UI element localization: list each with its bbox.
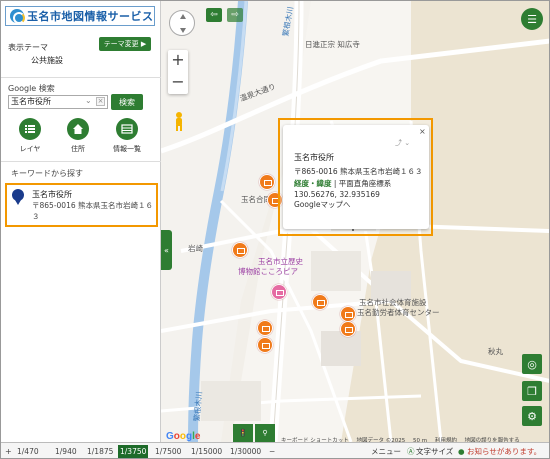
close-icon[interactable]: × xyxy=(419,127,426,136)
list-icon xyxy=(116,118,138,140)
google-search-label: Google 検索 xyxy=(8,84,55,93)
google-maps-link[interactable]: Googleマップへ xyxy=(294,199,350,210)
map-label: 玉名勤労者体育センター xyxy=(357,308,440,317)
keyword-search-label: キーワードから探す xyxy=(11,169,83,178)
result-address: 〒865-0016 熊本県玉名市岩崎１６３ xyxy=(32,201,153,221)
facility-marker[interactable] xyxy=(232,242,248,258)
popup-title: 玉名市役所 xyxy=(294,153,334,162)
tool-row: レイヤ 住所 情報一覧 xyxy=(1,118,161,158)
notice-link[interactable]: お知らせがあります。 xyxy=(467,445,541,458)
map-label: 博物館こころピア xyxy=(238,267,298,276)
zoom-control: + − xyxy=(168,50,188,94)
clear-icon[interactable]: × xyxy=(96,97,105,106)
layer-switch-icon[interactable]: ❐ xyxy=(522,381,542,401)
result-title: 玉名市役所 xyxy=(32,190,72,199)
facility-marker[interactable] xyxy=(271,284,287,300)
logo-icon xyxy=(10,9,25,24)
traffic-light-icon[interactable]: 🚦 xyxy=(233,424,253,442)
app-window: 玉名市地図情報サービス 表示テーマ テーマ変更 ▶ 公共施設 Google 検索… xyxy=(0,0,550,459)
notice-icon: ● xyxy=(458,447,465,456)
scale-option[interactable]: 1/470 xyxy=(15,445,41,458)
menu-icon[interactable]: ☰ xyxy=(521,8,543,30)
tool-label: 情報一覧 xyxy=(113,145,141,153)
tool-label: 住所 xyxy=(71,145,85,153)
text-size-icon: Ⓐ xyxy=(407,447,415,456)
divider xyxy=(1,161,161,162)
home-icon xyxy=(67,118,89,140)
current-location-icon[interactable]: ◎ xyxy=(522,354,542,374)
scale-option[interactable]: 1/15000 xyxy=(189,445,224,458)
compass-icon[interactable] xyxy=(169,10,195,36)
text-size-link[interactable]: 文字サイズ xyxy=(416,445,453,458)
layers-icon xyxy=(19,118,41,140)
chevron-down-icon[interactable]: ⌄ xyxy=(85,96,92,105)
scale-bar: + 1/470 1/940 1/1875 1/3750 1/7500 1/150… xyxy=(1,442,549,458)
zoom-in-button[interactable]: + xyxy=(168,50,188,72)
search-button[interactable]: 検索 xyxy=(111,94,143,110)
map-label: 秋丸 xyxy=(488,347,503,356)
scale-option-selected[interactable]: 1/3750 xyxy=(118,445,149,458)
pin-icon[interactable]: ⚲ xyxy=(255,424,275,442)
back-arrow-icon[interactable]: ⇦ xyxy=(206,8,222,22)
app-logo[interactable]: 玉名市地図情報サービス xyxy=(5,6,155,26)
gear-icon[interactable]: ⚙ xyxy=(522,406,542,426)
divider xyxy=(1,77,161,78)
search-result-item[interactable]: 玉名市役所 〒865-0016 熊本県玉名市岩崎１６３ xyxy=(5,183,158,227)
forward-arrow-icon[interactable]: ⇨ xyxy=(227,8,243,22)
latlng-mode-link[interactable]: 経度・緯度 xyxy=(294,179,332,188)
popup-action-icons[interactable]: ⤴ ⌄ xyxy=(395,138,410,148)
scale-plus-button[interactable]: + xyxy=(5,445,12,458)
facility-marker[interactable] xyxy=(340,321,356,337)
scale-option[interactable]: 1/7500 xyxy=(153,445,183,458)
scale-minus-button[interactable]: − xyxy=(267,445,277,458)
plane-coord-mode-link[interactable]: 平面直角座標系 xyxy=(339,179,392,188)
map-label: 日進正宗 知広寺 xyxy=(305,40,360,49)
collapse-panel-button[interactable]: « xyxy=(161,230,172,270)
coordinate-mode: 経度・緯度 | 平面直角座標系 xyxy=(294,178,391,189)
facility-marker[interactable] xyxy=(257,337,273,353)
menu-link[interactable]: メニュー xyxy=(371,445,401,458)
scale-option[interactable]: 1/1875 xyxy=(85,445,115,458)
facility-marker[interactable] xyxy=(259,174,275,190)
layer-tool[interactable]: レイヤ xyxy=(12,118,48,154)
theme-change-button[interactable]: テーマ変更 ▶ xyxy=(99,37,151,51)
address-tool[interactable]: 住所 xyxy=(60,118,96,154)
map-label: 岩崎 xyxy=(188,244,203,253)
location-pin-icon xyxy=(12,189,24,201)
mode-separator: | xyxy=(331,179,339,188)
scale-option[interactable]: 1/30000 xyxy=(228,445,263,458)
facility-marker[interactable] xyxy=(257,320,273,336)
info-list-tool[interactable]: 情報一覧 xyxy=(109,118,145,154)
theme-value: 公共施設 xyxy=(31,56,63,65)
app-title: 玉名市地図情報サービス xyxy=(27,10,154,23)
tool-label: レイヤ xyxy=(19,145,41,153)
search-input[interactable]: 玉名市役所 xyxy=(8,95,108,109)
theme-label: 表示テーマ xyxy=(8,43,48,52)
google-logo: Google xyxy=(166,431,201,442)
side-panel: 玉名市地図情報サービス 表示テーマ テーマ変更 ▶ 公共施設 Google 検索… xyxy=(1,1,161,442)
zoom-out-button[interactable]: − xyxy=(168,72,188,94)
popup-address: 〒865-0016 熊本県玉名市岩崎１６３ xyxy=(294,167,423,176)
facility-marker[interactable] xyxy=(340,306,356,322)
route-buttons: 🚦 ⚲ xyxy=(233,424,275,442)
scale-option[interactable]: 1/940 xyxy=(53,445,79,458)
popup-coordinates: 130.56276, 32.935169 xyxy=(294,190,380,199)
pegman-icon[interactable] xyxy=(173,111,185,131)
facility-marker[interactable] xyxy=(312,294,328,310)
